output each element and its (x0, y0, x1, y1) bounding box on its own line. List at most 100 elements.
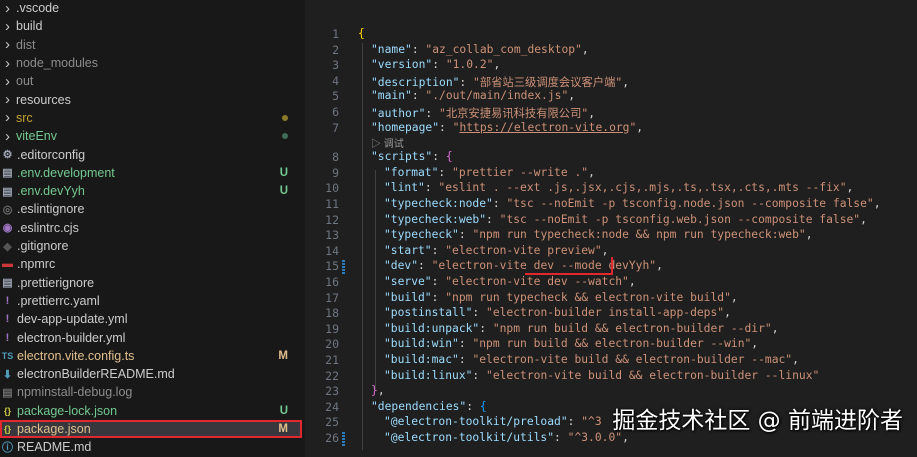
item-label: .gitignore (17, 239, 69, 254)
file-type-icon: ◉ (2, 222, 13, 235)
folder-item[interactable]: › node_modules (0, 54, 302, 72)
file-item[interactable]: ◎ .eslintignore (0, 200, 302, 218)
file-item[interactable]: ▤ .env.devYyh U (0, 182, 302, 200)
git-status-dot (282, 114, 288, 121)
code-token: : (486, 212, 500, 226)
code-token: "format" (384, 165, 439, 179)
item-label: README.md (17, 440, 92, 455)
code-token: "typecheck:node" (384, 197, 493, 210)
folder-item[interactable]: › out (0, 72, 302, 90)
code-token: { (445, 150, 453, 164)
file-type-icon: {} (3, 424, 11, 435)
code-line: "build:win": "npm run build && electron-… (384, 337, 758, 350)
file-type-icon: ! (5, 294, 10, 307)
file-type-icon: ▬ (2, 258, 13, 271)
code-line: }, (371, 384, 385, 397)
code-token: : (431, 243, 446, 257)
code-token: { (479, 399, 487, 413)
file-type-icon: ▤ (2, 185, 13, 198)
folder-item[interactable]: › dist (0, 36, 302, 54)
code-token: "build:mac" (384, 353, 459, 366)
item-label: resources (16, 92, 71, 107)
code-token: "@electron-toolkit/utils" (384, 431, 555, 444)
folder-item[interactable]: › src (0, 109, 302, 127)
code-token: : (459, 75, 474, 89)
file-item[interactable]: ▤ npminstall-debug.log (0, 383, 302, 401)
code-token: "dependencies" (371, 399, 467, 413)
line-number: 8 (332, 150, 339, 165)
code-token: "electron-builder install-app-deps" (486, 306, 725, 320)
item-label: dev-app-update.yml (17, 312, 128, 327)
line-number: 12 (325, 212, 339, 227)
file-type-icon: ⚙ (2, 149, 13, 162)
file-item[interactable]: TS electron.vite.config.ts M (0, 347, 302, 365)
folder-item[interactable]: › viteEnv (0, 127, 302, 145)
line-number: 11 (325, 197, 339, 211)
file-type-icon: ! (5, 331, 10, 344)
file-type-icon: {} (3, 405, 11, 416)
chevron-right-icon: › (5, 0, 10, 17)
code-line: "format": "prettier --write .", (384, 166, 595, 179)
line-number: 22 (325, 368, 339, 383)
item-label: .prettierrc.yaml (17, 293, 100, 308)
file-item[interactable]: ◆ .gitignore (0, 237, 302, 255)
item-label: .env.devYyh (17, 184, 85, 199)
item-label: out (16, 74, 34, 89)
code-line: "start": "electron-vite preview", (384, 244, 608, 257)
folder-item[interactable]: › resources (0, 91, 302, 109)
code-token: : (432, 58, 446, 72)
code-token: : (425, 107, 440, 120)
chevron-right-icon: › (5, 72, 10, 90)
code-token: : (458, 337, 473, 351)
line-number: 19 (325, 321, 339, 336)
code-token: "author" (371, 107, 426, 120)
file-type-icon: ▤ (2, 386, 13, 399)
item-label: dist (16, 37, 36, 52)
code-token: , (873, 197, 881, 210)
code-token: "北京安捷易讯科技有限公司" (439, 107, 589, 120)
code-line: "typecheck:node": "tsc --noEmit -p tscon… (384, 197, 881, 210)
file-item[interactable]: ▤ .env.development U (0, 164, 302, 182)
code-token: "@electron-toolkit/preload" (384, 415, 568, 429)
code-token: : (479, 321, 493, 335)
item-label: npminstall-debug.log (17, 385, 133, 400)
file-item[interactable]: ⬇ electronBuilderREADME.md (0, 365, 302, 383)
file-item[interactable]: ! electron-builder.yml (0, 328, 302, 346)
folder-item[interactable]: › .vscode (0, 0, 302, 17)
explorer-sidebar: › .vscode › build › dist › node_modules › out › res… (0, 0, 305, 457)
file-item[interactable]: ▬ .npmrc (0, 255, 302, 273)
code-token: "build:linux" (384, 368, 473, 382)
folder-item[interactable]: › build (0, 17, 302, 35)
code-token: "eslint . --ext .js,.jsx,.cjs,.mjs,.ts,.… (438, 181, 847, 195)
line-number: 5 (332, 89, 339, 104)
code-token: , (377, 384, 385, 398)
code-token: "build" (384, 290, 432, 304)
file-item[interactable]: ◉ .eslintrc.cjs (0, 219, 302, 237)
line-number: 3 (332, 58, 339, 73)
debug-codelens[interactable]: ▷ 调试 (371, 135, 404, 150)
file-item[interactable]: {} package.json M (0, 419, 302, 439)
code-line: "dependencies": { (371, 400, 487, 413)
file-type-icon: ◎ (2, 203, 13, 216)
file-item[interactable]: {} package-lock.json U (0, 402, 302, 420)
item-label: src (16, 110, 33, 125)
code-token[interactable]: https://electron-vite.org (459, 121, 629, 134)
file-item[interactable]: ▤ .prettierignore (0, 274, 302, 292)
git-status-badge: U (279, 166, 288, 179)
code-editor[interactable]: 1 {2 "name": "az_collab_com_desktop", 3 "ver… (305, 0, 917, 457)
code-line: "description": "部省站三级调度会议客户端", (371, 74, 629, 90)
file-item[interactable]: ! .prettierrc.yaml (0, 292, 302, 310)
line-number: 1 (332, 27, 339, 41)
code-line: "version": "1.0.2", (371, 58, 500, 71)
item-label: .env.development (17, 165, 115, 180)
code-token: "部省站三级调度会议客户端" (473, 75, 623, 89)
file-item[interactable]: ⚙ .editorconfig (0, 145, 302, 163)
code-token: "serve" (384, 275, 432, 288)
file-item[interactable]: ! dev-app-update.yml (0, 310, 302, 328)
file-item[interactable]: ⓘ README.md (0, 438, 302, 456)
indent-guide (375, 170, 376, 390)
code-token: "start" (384, 243, 432, 257)
code-line: "build:mac": "electron-vite build && ele… (384, 353, 799, 366)
item-label: .prettierignore (17, 275, 95, 290)
chevron-right-icon: › (5, 54, 10, 72)
